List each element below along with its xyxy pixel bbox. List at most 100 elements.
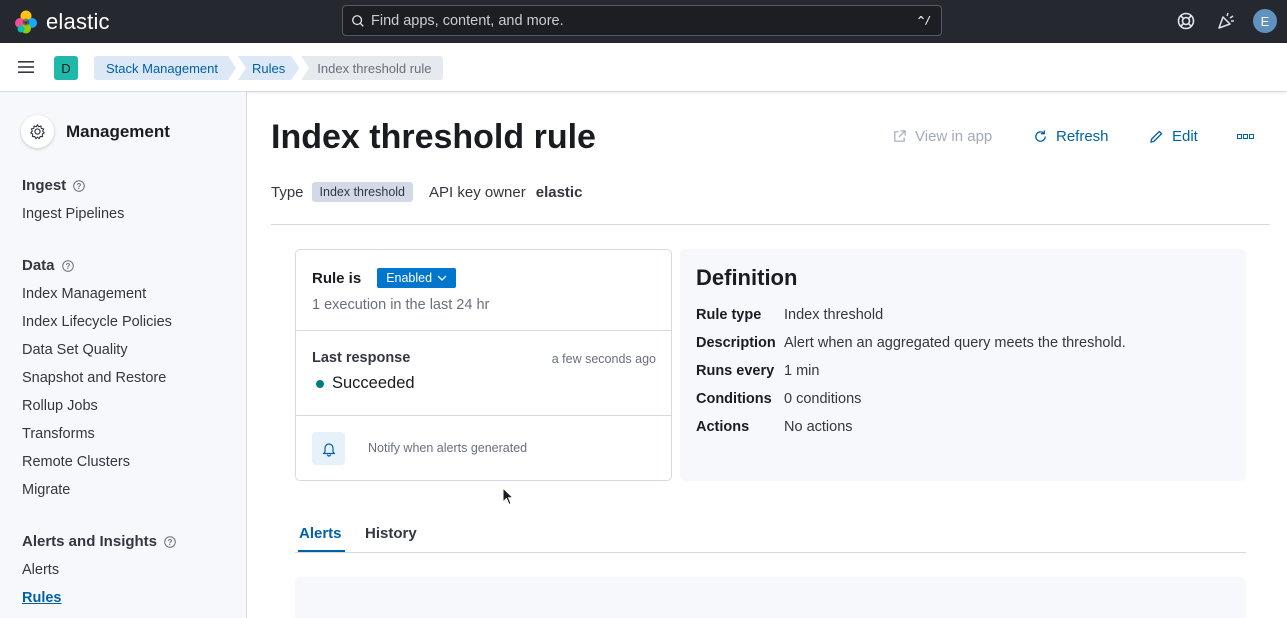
- definition-key: Description: [696, 335, 776, 351]
- definition-row-runs-every: Runs every 1 min: [696, 363, 819, 379]
- global-search[interactable]: ^/: [342, 5, 942, 36]
- sidebar-item-index-management[interactable]: Index Management: [22, 286, 146, 302]
- view-in-app-button[interactable]: View in app: [892, 128, 992, 145]
- svg-text:?: ?: [168, 538, 173, 547]
- management-sidebar: Management Ingest ? Ingest Pipelines Dat…: [0, 92, 247, 618]
- notify-text: Notify when alerts generated: [368, 441, 528, 455]
- rule-meta: Type Index threshold API key owner elast…: [271, 182, 582, 202]
- gear-icon: [21, 115, 54, 148]
- sidebar-item-ingest-pipelines[interactable]: Ingest Pipelines: [22, 206, 124, 222]
- divider: [296, 330, 671, 331]
- rule-status-value: Enabled: [386, 271, 433, 285]
- definition-value: Alert when an aggregated query meets the…: [784, 335, 1126, 351]
- last-response-time: a few seconds ago: [551, 352, 656, 366]
- sidebar-item-remote-clusters[interactable]: Remote Clusters: [22, 454, 130, 470]
- definition-value: Index threshold: [784, 307, 884, 323]
- active-tab-indicator: [298, 550, 345, 552]
- refresh-icon: [1035, 130, 1046, 142]
- menu-icon[interactable]: [18, 60, 34, 74]
- page-title: Index threshold rule: [271, 118, 596, 156]
- definition-value: 0 conditions: [784, 391, 862, 407]
- elastic-logo-icon: [15, 10, 37, 33]
- breadcrumb-bar: D Stack Management Rules Index threshold…: [0, 43, 1287, 92]
- alerts-table-container: [295, 577, 1246, 618]
- rule-status-dropdown[interactable]: Enabled: [377, 268, 457, 288]
- definition-row-conditions: Conditions 0 conditions: [696, 391, 861, 407]
- sidebar-item-alerts[interactable]: Alerts: [22, 562, 59, 578]
- sidebar-item-snapshot-restore[interactable]: Snapshot and Restore: [22, 370, 166, 386]
- sidebar-item-transforms[interactable]: Transforms: [22, 426, 95, 442]
- definition-key: Actions: [696, 419, 750, 435]
- svg-text:?: ?: [65, 262, 70, 271]
- sidebar-item-data-set-quality[interactable]: Data Set Quality: [22, 342, 128, 358]
- execution-count: 1 execution in the last 24 hr: [312, 297, 490, 313]
- help-icon[interactable]: [1176, 11, 1196, 31]
- section-title: Data: [22, 257, 55, 274]
- breadcrumb-current: Index threshold rule: [301, 56, 444, 80]
- sidebar-item-rollup-jobs[interactable]: Rollup Jobs: [22, 398, 98, 414]
- more-actions-icon[interactable]: [1237, 134, 1254, 140]
- space-avatar[interactable]: D: [54, 56, 78, 80]
- definition-value: 1 min: [784, 363, 820, 379]
- section-ingest: Ingest ?: [22, 177, 85, 194]
- rule-status-panel: Rule is Enabled 1 execution in the last …: [295, 249, 672, 481]
- section-title: Alerts and Insights: [22, 533, 158, 550]
- definition-key: Runs every: [696, 363, 775, 379]
- last-response-label: Last response: [312, 350, 411, 366]
- view-in-app-label: View in app: [915, 128, 993, 145]
- definition-value: No actions: [784, 419, 853, 435]
- last-response-value: Succeeded: [332, 374, 415, 392]
- bell-icon: [312, 432, 345, 465]
- definition-title: Definition: [696, 265, 798, 290]
- main-content: Index threshold rule View in app Refresh…: [247, 92, 1287, 618]
- sidebar-title: Management: [66, 121, 170, 141]
- definition-row-rule-type: Rule type Index threshold: [696, 307, 883, 323]
- chevron-down-icon: [437, 275, 447, 281]
- section-data: Data ?: [22, 257, 74, 274]
- section-title: Ingest: [22, 177, 67, 194]
- search-input[interactable]: [371, 12, 911, 29]
- definition-key: Rule type: [696, 307, 762, 323]
- question-icon[interactable]: ?: [73, 179, 85, 192]
- type-label: Type: [271, 183, 304, 201]
- definition-row-actions: Actions No actions: [696, 419, 853, 435]
- tab-alerts[interactable]: Alerts: [299, 525, 342, 542]
- refresh-button[interactable]: Refresh: [1033, 128, 1109, 145]
- edit-button[interactable]: Edit: [1149, 128, 1198, 145]
- elastic-logo[interactable]: elastic: [14, 9, 110, 35]
- top-header: elastic ^/ E: [0, 0, 1287, 43]
- api-key-owner-value: elastic: [535, 183, 583, 201]
- pencil-icon: [1150, 130, 1163, 143]
- brand-name: elastic: [46, 8, 110, 34]
- rule-is-label: Rule is: [312, 269, 362, 287]
- question-icon[interactable]: ?: [61, 259, 74, 272]
- rule-status-row: Rule is Enabled: [312, 268, 457, 288]
- sidebar-item-migrate[interactable]: Migrate: [22, 482, 70, 498]
- user-avatar[interactable]: E: [1253, 9, 1277, 33]
- divider: [296, 415, 671, 416]
- search-shortcut: ^/: [917, 14, 931, 27]
- definition-panel: Definition Rule type Index threshold Des…: [680, 249, 1246, 481]
- search-icon: [352, 14, 364, 27]
- svg-text:?: ?: [77, 182, 82, 191]
- breadcrumb-rules[interactable]: Rules: [238, 56, 299, 80]
- definition-key: Conditions: [696, 391, 772, 407]
- question-icon[interactable]: ?: [164, 535, 176, 548]
- api-key-owner-label: API key owner: [429, 183, 526, 201]
- popout-icon: [894, 130, 906, 142]
- last-response-status: Succeeded: [312, 374, 415, 393]
- mouse-cursor-icon: [502, 487, 514, 506]
- type-badge: Index threshold: [311, 182, 414, 202]
- section-alerts-insights: Alerts and Insights ?: [22, 533, 176, 550]
- breadcrumb: Stack Management Rules Index threshold r…: [94, 56, 444, 80]
- sidebar-item-rules[interactable]: Rules: [22, 590, 62, 606]
- status-dot-icon: [316, 379, 324, 388]
- breadcrumb-stack-management[interactable]: Stack Management: [94, 56, 236, 80]
- edit-label: Edit: [1172, 128, 1198, 145]
- sidebar-item-index-lifecycle-policies[interactable]: Index Lifecycle Policies: [22, 314, 172, 330]
- refresh-label: Refresh: [1056, 128, 1109, 145]
- newsfeed-icon[interactable]: [1216, 11, 1236, 31]
- sidebar-header: Management: [21, 115, 170, 148]
- tab-history[interactable]: History: [365, 525, 417, 542]
- definition-row-description: Description Alert when an aggregated que…: [696, 335, 1126, 351]
